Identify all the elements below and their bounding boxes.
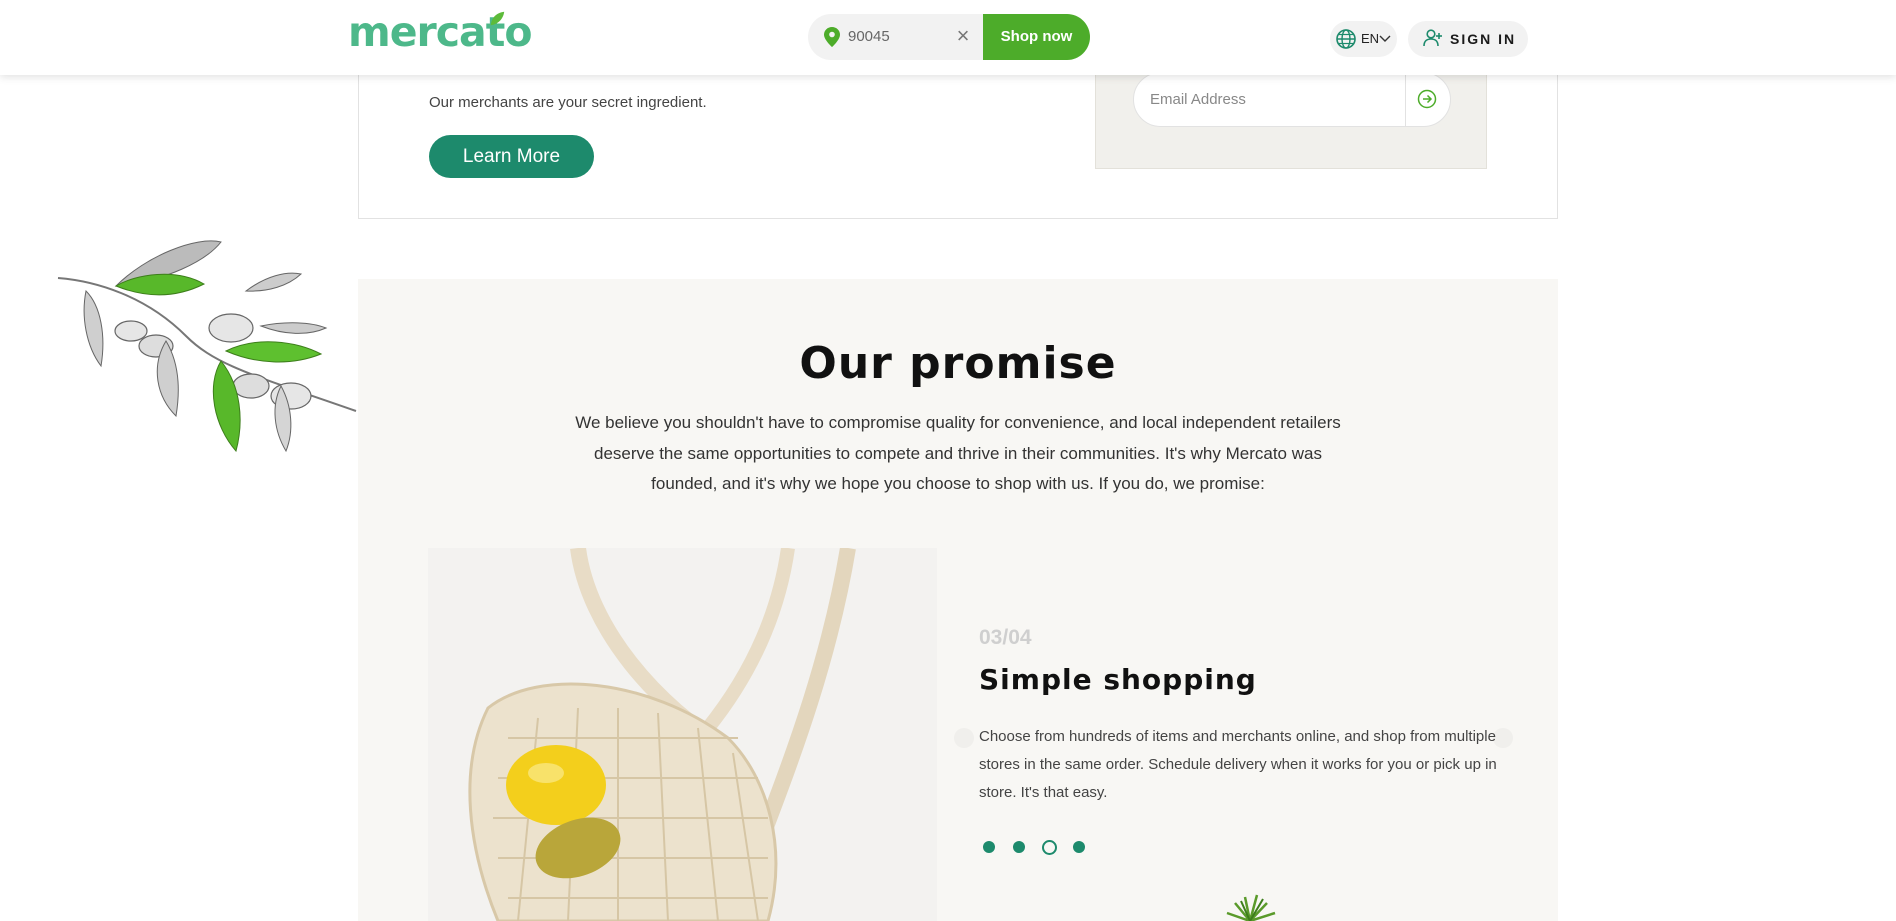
carousel-dot[interactable] — [1073, 841, 1085, 853]
plant-illustration — [1226, 894, 1276, 921]
promise-description: We believe you shouldn't have to comprom… — [575, 413, 1341, 493]
carousel-dot[interactable] — [1013, 841, 1025, 853]
email-placeholder[interactable]: Email Address — [1150, 90, 1246, 110]
carousel-prev-button[interactable] — [954, 728, 974, 748]
language-label: EN — [1361, 31, 1380, 46]
mesh-bag-illustration — [428, 548, 937, 921]
learn-more-button[interactable]: Learn More — [429, 135, 594, 178]
add-user-icon — [1423, 29, 1442, 47]
leaf-icon — [490, 11, 505, 26]
sign-in-label: SIGN IN — [1450, 31, 1517, 47]
slide-description: Choose from hundreds of items and mercha… — [979, 728, 1497, 801]
merchants-tagline: Our merchants are your secret ingredient… — [429, 94, 707, 111]
shop-now-button[interactable]: Shop now — [983, 14, 1090, 60]
globe-icon — [1336, 29, 1356, 49]
site-header: mercato 90045 × Shop now EN SIGN IN — [0, 0, 1896, 75]
slide-counter: 03/04 — [979, 626, 1032, 649]
zip-code-value[interactable]: 90045 — [848, 27, 890, 47]
carousel-dot-active[interactable] — [1042, 840, 1057, 855]
carousel-dot[interactable] — [983, 841, 995, 853]
olive-branch-illustration — [57, 240, 357, 453]
email-divider — [1405, 72, 1406, 127]
promise-title: Our promise — [799, 338, 1117, 389]
pin-icon — [824, 27, 840, 47]
close-icon[interactable]: × — [952, 25, 974, 47]
arrow-right-circle-icon[interactable] — [1417, 89, 1437, 109]
mesh-bag-photo — [428, 548, 937, 921]
chevron-down-icon — [1379, 35, 1391, 42]
slide-title: Simple shopping — [979, 663, 1257, 696]
